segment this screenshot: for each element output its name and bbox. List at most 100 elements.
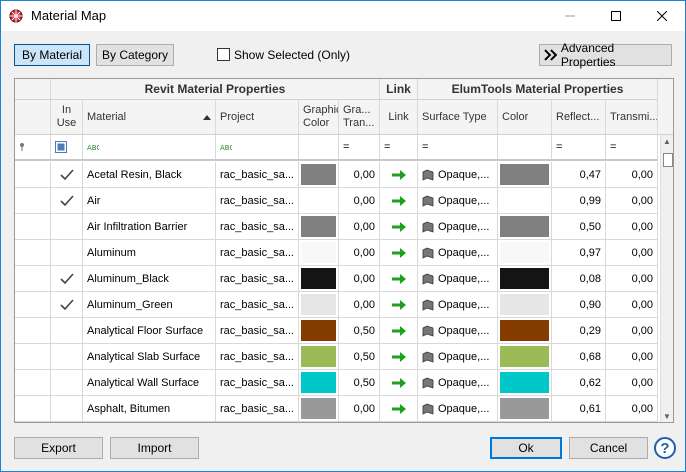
maximize-button[interactable] <box>593 1 639 31</box>
table-row[interactable]: Asphalt, Bitumen rac_basic_sa... 0,00 Opaqu… <box>15 396 658 422</box>
vertical-scrollbar[interactable]: ▲ ▼ <box>660 135 673 422</box>
link-cell[interactable] <box>380 266 418 291</box>
color-cell[interactable] <box>498 292 552 317</box>
in-use-cell[interactable] <box>51 370 83 395</box>
material-cell[interactable]: Analytical Slab Surface <box>83 344 216 369</box>
table-row[interactable]: Acetal Resin, Black rac_basic_sa... 0,00 Op… <box>15 162 658 188</box>
table-row[interactable]: Aluminum rac_basic_sa... 0,00 Opaque,... 0,9… <box>15 240 658 266</box>
reflectance-cell[interactable]: 0,90 <box>552 292 606 317</box>
reflectance-cell[interactable]: 0,08 <box>552 266 606 291</box>
in-use-cell[interactable] <box>51 318 83 343</box>
table-row[interactable]: Aluminum_Black rac_basic_sa... 0,00 Opaque,… <box>15 266 658 292</box>
project-cell[interactable]: rac_basic_sa... <box>216 266 299 291</box>
surface-type-cell[interactable]: Opaque,... <box>418 214 498 239</box>
color-cell[interactable] <box>498 162 552 187</box>
graphic-color-cell[interactable] <box>299 162 339 187</box>
surface-type-cell[interactable]: Opaque,... <box>418 370 498 395</box>
filter-reflectance[interactable]: = <box>552 135 606 159</box>
link-cell[interactable] <box>380 214 418 239</box>
graphic-color-cell[interactable] <box>299 396 339 421</box>
material-cell[interactable]: Aluminum <box>83 240 216 265</box>
transparency-cell[interactable]: 0,50 <box>339 318 380 343</box>
scroll-down-icon[interactable]: ▼ <box>663 412 671 421</box>
link-cell[interactable] <box>380 344 418 369</box>
help-icon[interactable]: ? <box>654 437 676 459</box>
in-use-cell[interactable] <box>51 396 83 421</box>
col-reflectance[interactable]: Reflect... <box>552 100 606 134</box>
transparency-cell[interactable]: 0,50 <box>339 370 380 395</box>
in-use-cell[interactable] <box>51 292 83 317</box>
material-cell[interactable]: Analytical Floor Surface <box>83 318 216 343</box>
by-category-button[interactable]: By Category <box>96 44 174 66</box>
link-cell[interactable] <box>380 396 418 421</box>
project-cell[interactable]: rac_basic_sa... <box>216 214 299 239</box>
transparency-cell[interactable]: 0,50 <box>339 344 380 369</box>
transparency-cell[interactable]: 0,00 <box>339 240 380 265</box>
by-material-button[interactable]: By Material <box>14 44 90 66</box>
in-use-cell[interactable] <box>51 162 83 187</box>
scroll-up-icon[interactable]: ▲ <box>663 137 671 146</box>
surface-type-cell[interactable]: Opaque,... <box>418 240 498 265</box>
table-row[interactable]: Analytical Slab Surface rac_basic_sa... 0,… <box>15 344 658 370</box>
transmittance-cell[interactable]: 0,00 <box>606 396 658 421</box>
col-transmittance[interactable]: Transmi... <box>606 100 658 134</box>
color-cell[interactable] <box>498 396 552 421</box>
material-cell[interactable]: Air Infiltration Barrier <box>83 214 216 239</box>
color-cell[interactable] <box>498 240 552 265</box>
export-button[interactable]: Export <box>14 437 103 459</box>
filter-link[interactable]: = <box>380 135 418 159</box>
color-cell[interactable] <box>498 370 552 395</box>
reflectance-cell[interactable]: 0,29 <box>552 318 606 343</box>
ok-button[interactable]: Ok <box>490 437 562 459</box>
col-link[interactable]: Link <box>380 100 418 134</box>
filter-in-use[interactable] <box>51 135 83 159</box>
color-cell[interactable] <box>498 266 552 291</box>
reflectance-cell[interactable]: 0,97 <box>552 240 606 265</box>
transmittance-cell[interactable]: 0,00 <box>606 318 658 343</box>
surface-type-cell[interactable]: Opaque,... <box>418 188 498 213</box>
material-cell[interactable]: Aluminum_Green <box>83 292 216 317</box>
cancel-button[interactable]: Cancel <box>569 437 648 459</box>
transparency-cell[interactable]: 0,00 <box>339 214 380 239</box>
color-cell[interactable] <box>498 214 552 239</box>
graphic-color-cell[interactable] <box>299 188 339 213</box>
filter-surface-type[interactable]: = <box>418 135 498 159</box>
filter-transmittance[interactable]: = <box>606 135 658 159</box>
surface-type-cell[interactable]: Opaque,... <box>418 396 498 421</box>
advanced-properties-button[interactable]: Advanced Properties <box>539 41 672 69</box>
color-cell[interactable] <box>498 318 552 343</box>
link-cell[interactable] <box>380 162 418 187</box>
material-cell[interactable]: Analytical Wall Surface <box>83 370 216 395</box>
link-cell[interactable] <box>380 188 418 213</box>
reflectance-cell[interactable]: 0,47 <box>552 162 606 187</box>
col-material[interactable]: Material <box>83 100 216 134</box>
transparency-cell[interactable]: 0,00 <box>339 162 380 187</box>
close-button[interactable] <box>639 1 685 31</box>
color-cell[interactable] <box>498 188 552 213</box>
show-selected-checkbox[interactable] <box>217 48 230 61</box>
col-project[interactable]: Project <box>216 100 299 134</box>
surface-type-cell[interactable]: Opaque,... <box>418 292 498 317</box>
project-cell[interactable]: rac_basic_sa... <box>216 344 299 369</box>
import-button[interactable]: Import <box>110 437 199 459</box>
surface-type-cell[interactable]: Opaque,... <box>418 318 498 343</box>
surface-type-cell[interactable]: Opaque,... <box>418 266 498 291</box>
table-row[interactable]: Analytical Floor Surface rac_basic_sa... 0… <box>15 318 658 344</box>
graphic-color-cell[interactable] <box>299 344 339 369</box>
filter-graphic-transparency[interactable]: = <box>339 135 380 159</box>
col-surface-type[interactable]: Surface Type <box>418 100 498 134</box>
filter-material[interactable]: ABC <box>83 135 216 159</box>
transmittance-cell[interactable]: 0,00 <box>606 214 658 239</box>
reflectance-cell[interactable]: 0,61 <box>552 396 606 421</box>
material-cell[interactable]: Asphalt, Bitumen <box>83 396 216 421</box>
filter-color[interactable] <box>498 135 552 159</box>
transparency-cell[interactable]: 0,00 <box>339 188 380 213</box>
graphic-color-cell[interactable] <box>299 318 339 343</box>
project-cell[interactable]: rac_basic_sa... <box>216 396 299 421</box>
material-cell[interactable]: Acetal Resin, Black <box>83 162 216 187</box>
reflectance-cell[interactable]: 0,68 <box>552 344 606 369</box>
project-cell[interactable]: rac_basic_sa... <box>216 240 299 265</box>
table-row[interactable]: Air rac_basic_sa... 0,00 Opaque,... 0,99 0,00 <box>15 188 658 214</box>
graphic-color-cell[interactable] <box>299 214 339 239</box>
scroll-thumb[interactable] <box>663 153 673 167</box>
